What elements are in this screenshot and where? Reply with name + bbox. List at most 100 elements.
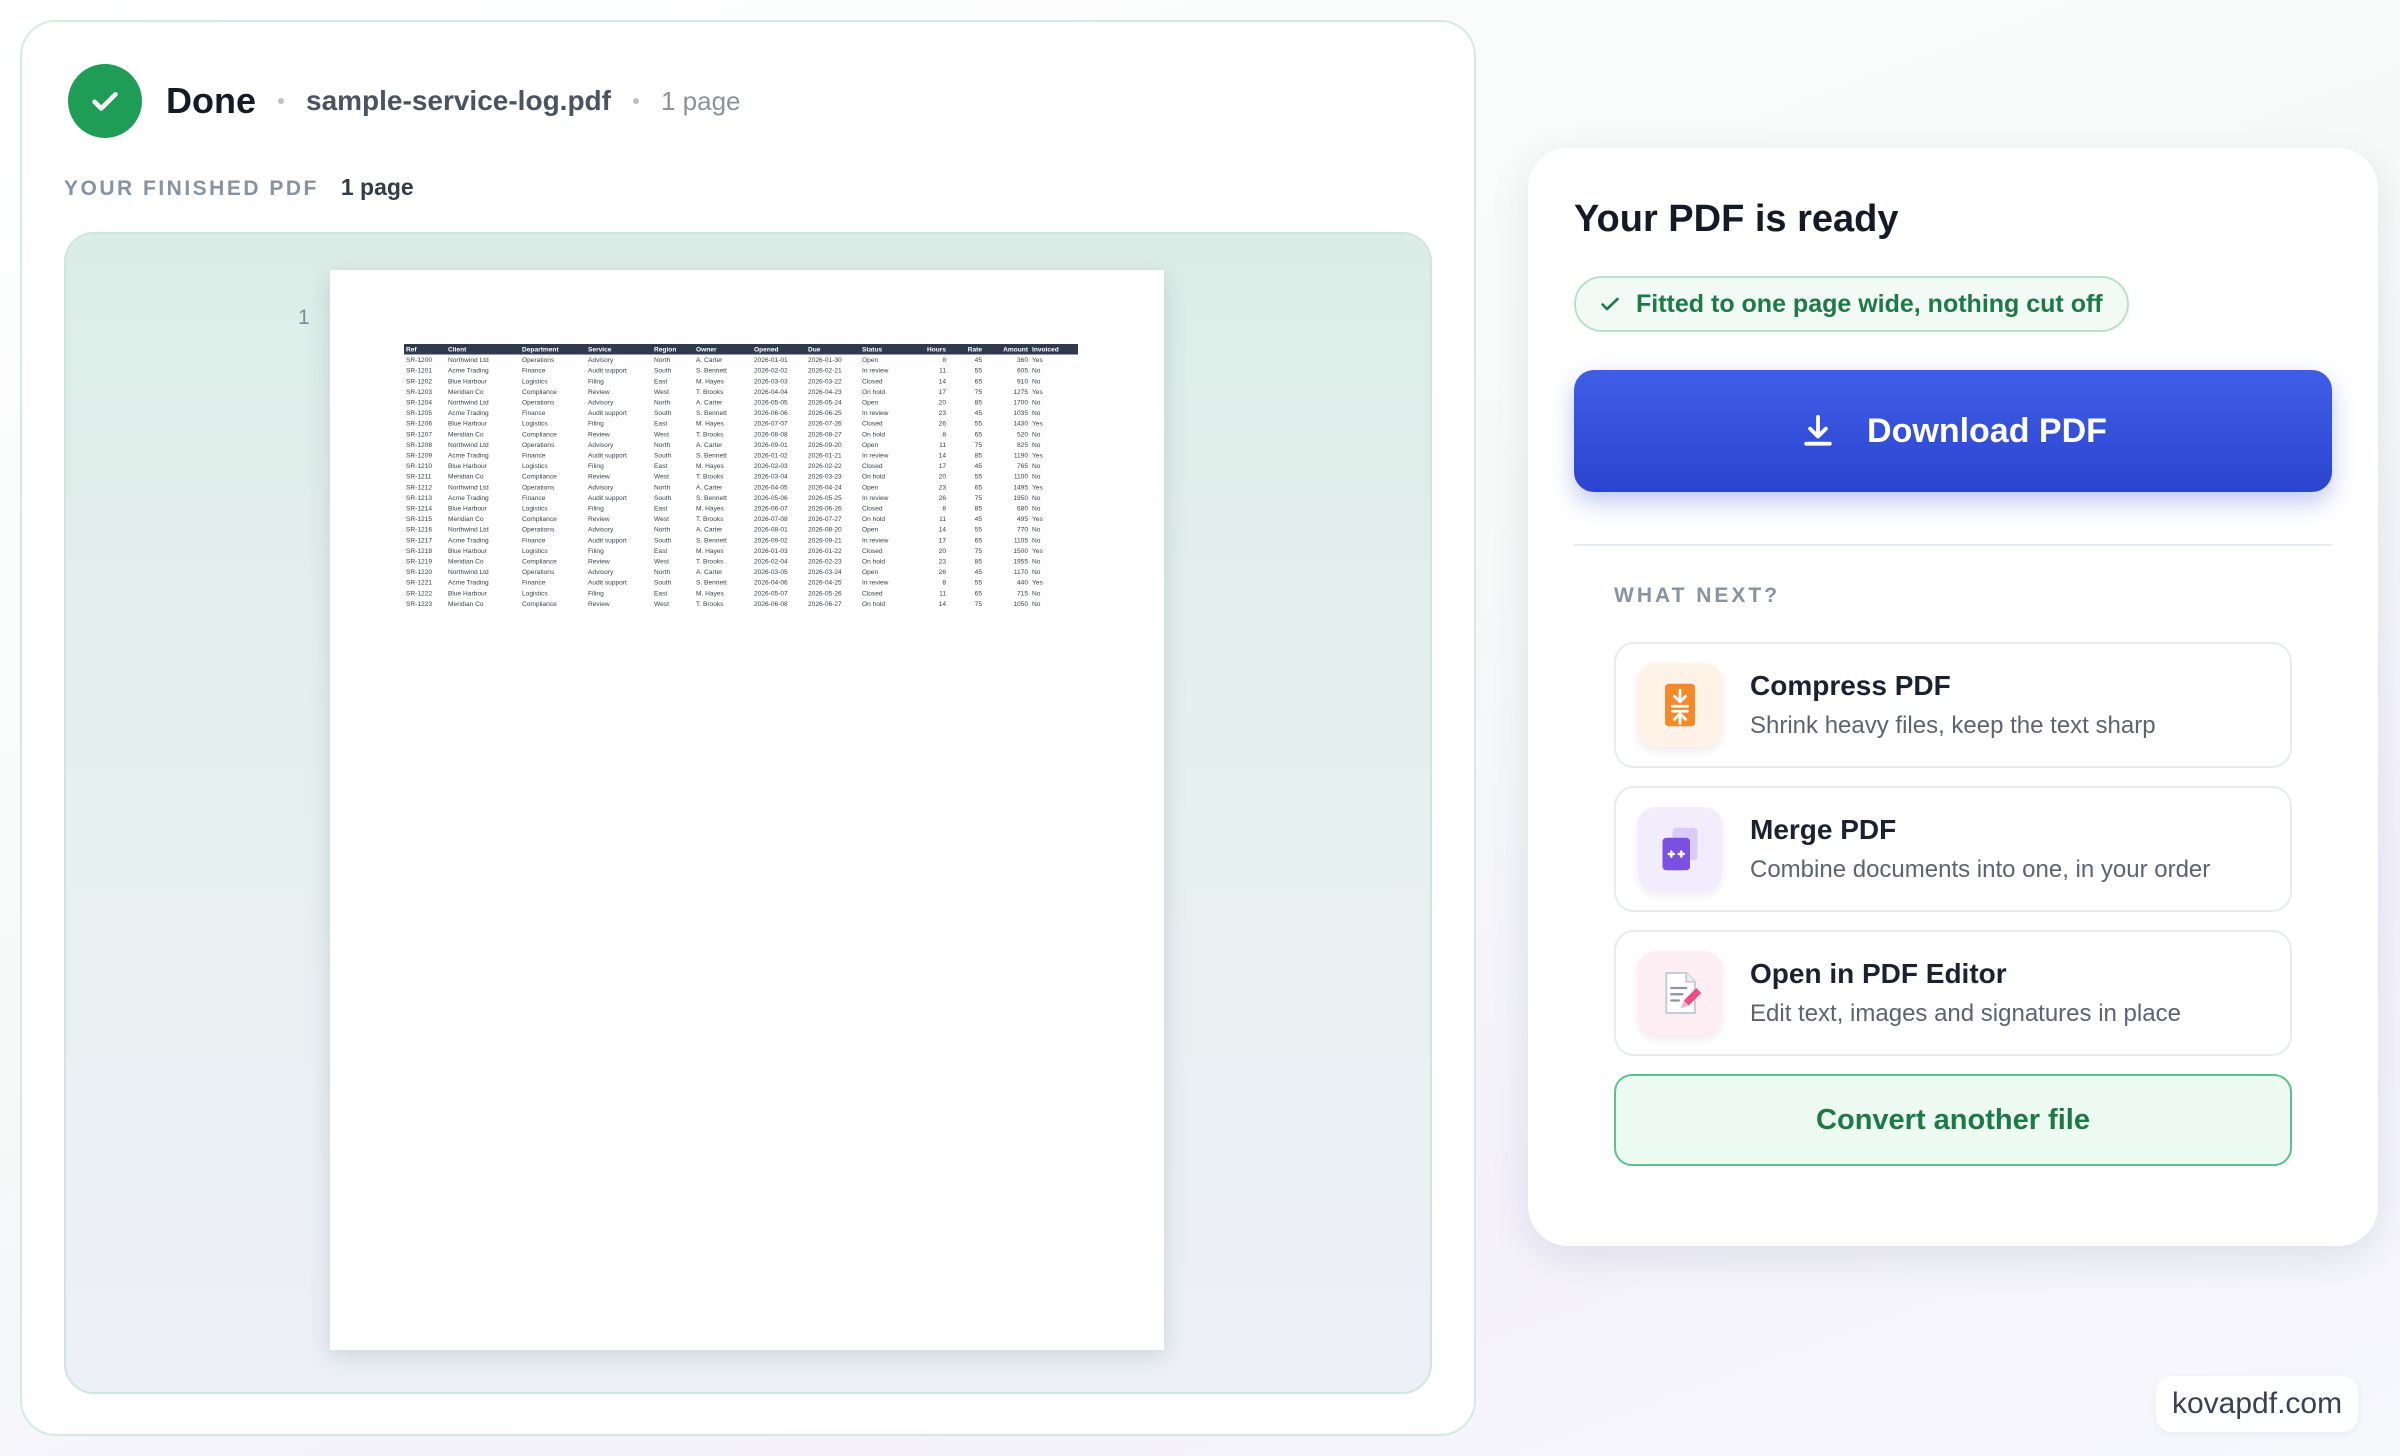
table-cell: Northwind Ltd: [448, 442, 489, 449]
table-column-header: Status: [862, 347, 882, 354]
table-cell: South: [654, 453, 672, 460]
table-cell: Filing: [588, 506, 604, 513]
table-cell: T. Brooks: [696, 389, 724, 396]
table-cell: A. Carter: [696, 400, 723, 407]
table-cell: No: [1032, 590, 1041, 597]
table-column-header: Department: [522, 347, 559, 354]
table-cell: On hold: [862, 516, 885, 523]
table-cell: Filing: [588, 421, 604, 428]
table-cell: Yes: [1032, 453, 1043, 460]
table-cell: 360: [1017, 357, 1028, 364]
compress-pdf-action[interactable]: Compress PDF Shrink heavy files, keep th…: [1614, 642, 2292, 768]
pdf-page-thumbnail[interactable]: Ref Client Department Service Region Owner Ope…: [330, 270, 1164, 1350]
table-cell: Yes: [1032, 580, 1043, 587]
table-cell: Closed: [862, 378, 883, 385]
table-cell: 440: [1017, 580, 1028, 587]
table-cell: 2026-09-01: [754, 442, 788, 449]
table-cell: 2026-07-26: [808, 421, 842, 428]
download-pdf-button[interactable]: Download PDF: [1574, 370, 2332, 492]
table-cell: Compliance: [522, 389, 557, 396]
table-cell: 715: [1017, 590, 1028, 597]
table-cell: Audit support: [588, 368, 627, 375]
convert-another-button[interactable]: Convert another file: [1614, 1074, 2292, 1166]
table-cell: Review: [588, 559, 610, 566]
table-cell: S. Bennett: [696, 580, 727, 587]
table-cell: M. Hayes: [696, 590, 725, 597]
table-cell: 1050: [1013, 601, 1028, 608]
table-cell: Meridian Co: [448, 389, 484, 396]
table-cell: Acme Trading: [448, 537, 489, 544]
table-cell: 75: [975, 601, 983, 608]
table-cell: In review: [862, 368, 889, 375]
table-cell: In review: [862, 495, 889, 502]
table-cell: S. Bennett: [696, 537, 727, 544]
table-cell: In review: [862, 580, 889, 587]
table-cell: 8: [942, 506, 946, 513]
ready-title: Your PDF is ready: [1574, 198, 1899, 240]
table-cell: 1495: [1013, 484, 1028, 491]
table-cell: Open: [862, 442, 878, 449]
table-cell: Review: [588, 431, 610, 438]
table-cell: A. Carter: [696, 442, 723, 449]
table-cell: Advisory: [588, 569, 614, 576]
table-cell: 2026-05-25: [808, 495, 842, 502]
table-cell: On hold: [862, 431, 885, 438]
table-cell: Compliance: [522, 474, 557, 481]
table-cell: 2026-03-03: [754, 378, 788, 385]
table-cell: 1275: [1013, 389, 1028, 396]
table-cell: West: [654, 516, 669, 523]
table-cell: Filing: [588, 378, 604, 385]
table-cell: North: [654, 527, 670, 534]
table-cell: North: [654, 569, 670, 576]
table-cell: Finance: [522, 580, 546, 587]
merge-pdf-title: Merge PDF: [1750, 814, 1897, 845]
table-cell: Operations: [522, 527, 555, 534]
table-cell: 14: [939, 527, 947, 534]
table-cell: South: [654, 495, 672, 502]
table-cell: Review: [588, 474, 610, 481]
table-cell: 45: [975, 410, 983, 417]
table-cell: In review: [862, 537, 889, 544]
preview-page-count: 1 page: [340, 174, 414, 200]
table-cell: 55: [975, 474, 983, 481]
table-cell: East: [654, 506, 667, 513]
pdf-editor-action[interactable]: Open in PDF Editor Edit text, images and…: [1614, 930, 2292, 1056]
pdf-preview-area[interactable]: 1 Ref Client Department Service Region Owner O…: [64, 232, 1432, 1394]
table-cell: 1500: [1013, 548, 1028, 555]
table-cell: Operations: [522, 484, 555, 491]
ready-card: Your PDF is ready Fitted to one page wid…: [1528, 148, 2378, 1246]
table-cell: East: [654, 548, 667, 555]
table-cell: South: [654, 537, 672, 544]
separator-dot: [632, 98, 639, 104]
table-cell: 14: [939, 453, 947, 460]
table-cell: 2026-03-04: [754, 474, 788, 481]
brand-badge[interactable]: kovapdf.com: [2156, 1376, 2359, 1432]
table-cell: S. Bennett: [696, 495, 727, 502]
table-cell: Advisory: [588, 357, 614, 364]
table-cell: No: [1032, 431, 1041, 438]
done-check-icon: [68, 64, 142, 138]
table-cell: SR-1221: [406, 580, 432, 587]
table-cell: Yes: [1032, 389, 1043, 396]
table-cell: Open: [862, 357, 878, 364]
table-cell: Closed: [862, 548, 883, 555]
table-column-header: Amount: [1003, 347, 1029, 354]
table-column-header: Invoiced: [1032, 347, 1059, 354]
table-cell: 75: [975, 389, 983, 396]
table-cell: 2026-02-23: [808, 559, 842, 566]
table-cell: SR-1220: [406, 569, 432, 576]
table-cell: Filing: [588, 548, 604, 555]
table-cell: Advisory: [588, 527, 614, 534]
table-cell: Operations: [522, 357, 555, 364]
merge-pdf-action[interactable]: Merge PDF Combine documents into one, in…: [1614, 786, 2292, 912]
table-cell: Yes: [1032, 484, 1043, 491]
table-cell: Open: [862, 400, 878, 407]
table-cell: 2026-03-24: [808, 569, 842, 576]
table-cell: A. Carter: [696, 484, 723, 491]
convert-another-label: Convert another file: [1816, 1103, 2090, 1136]
table-cell: 17: [939, 389, 947, 396]
table-cell: 75: [975, 495, 983, 502]
table-cell: 45: [975, 357, 983, 364]
table-cell: 1170: [1014, 569, 1029, 576]
table-cell: Blue Harbour: [448, 590, 488, 597]
